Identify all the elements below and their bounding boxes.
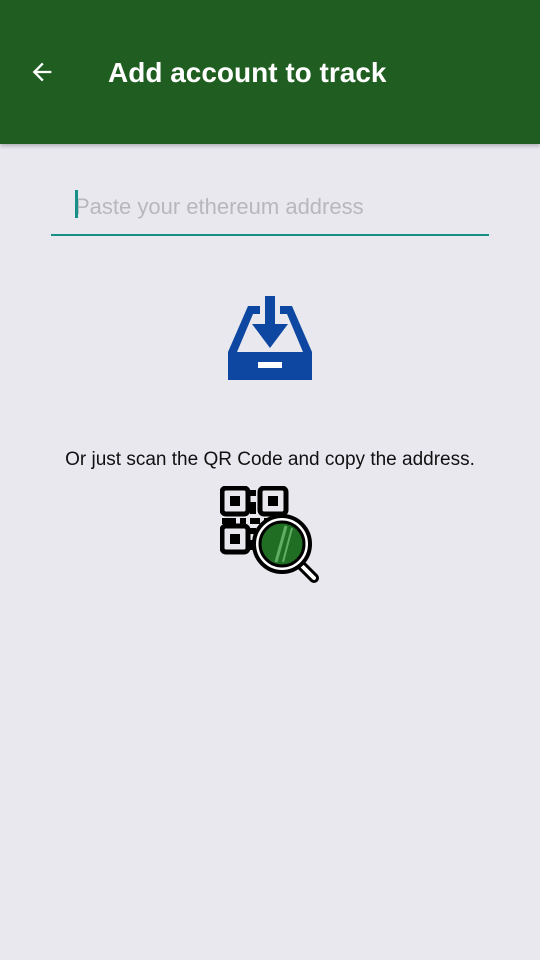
back-button[interactable] [20, 50, 64, 94]
app-bar: Add account to track [0, 0, 540, 144]
scan-qr-button[interactable] [219, 485, 320, 584]
qr-hint-text: Or just scan the QR Code and copy the ad… [65, 449, 475, 470]
arrow-left-icon [32, 62, 52, 82]
inbox-download-icon [228, 296, 312, 380]
page-title: Add account to track [108, 57, 387, 88]
paste-address-button[interactable] [226, 294, 314, 382]
address-input-container [51, 180, 489, 238]
text-cursor [75, 190, 78, 218]
qr-scan-icon [219, 485, 319, 583]
address-input[interactable] [51, 180, 489, 236]
